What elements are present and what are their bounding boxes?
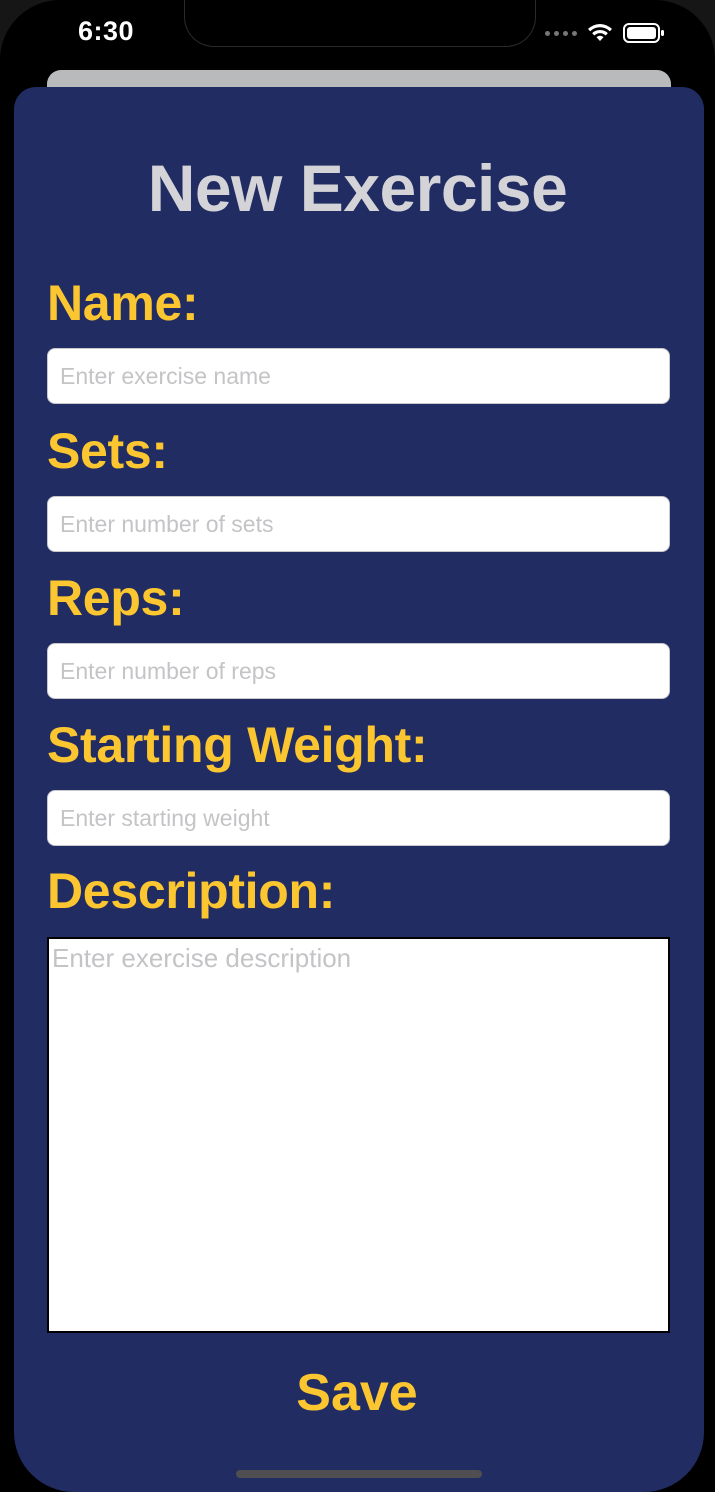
reps-input[interactable] [47,643,670,699]
save-button[interactable]: Save [257,1360,457,1426]
description-label: Description: [47,863,336,919]
wifi-icon [588,24,612,41]
device-notch [184,0,536,47]
starting-weight-label: Starting Weight: [47,717,428,773]
description-textarea[interactable] [47,937,670,1333]
starting-weight-input[interactable] [47,790,670,846]
exercise-name-input[interactable] [47,348,670,404]
reps-label: Reps: [47,570,185,626]
cellular-signal-icon [545,30,577,36]
home-indicator[interactable] [236,1470,482,1478]
sets-input[interactable] [47,496,670,552]
status-indicators [545,22,665,44]
page-title: New Exercise [147,151,568,225]
battery-icon [623,23,664,43]
status-time: 6:30 [78,16,135,46]
sets-label: Sets: [47,423,168,479]
name-label: Name: [47,275,199,331]
device-screen: 6:30 New Exercise Name: Sets: Reps: Star… [0,0,715,1492]
